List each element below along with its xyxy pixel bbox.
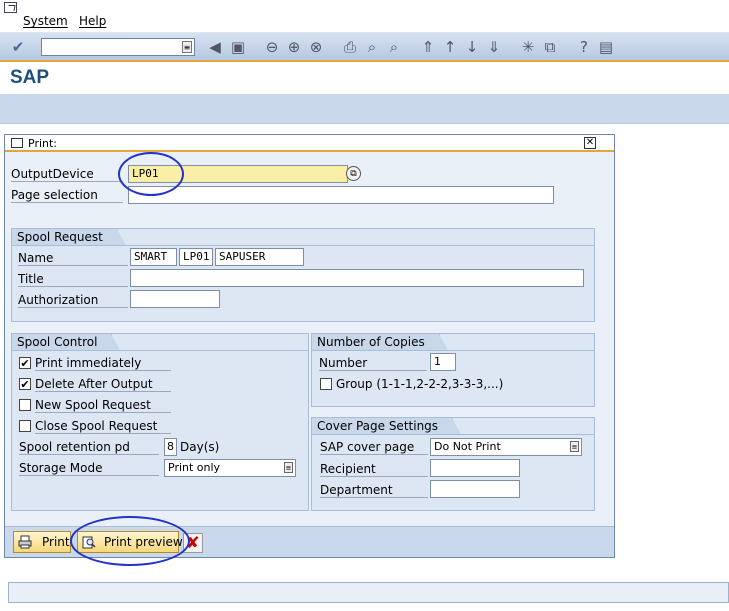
cancel-icon[interactable]: ⊗ <box>306 37 326 57</box>
sap-cover-page-value: Do Not Print <box>434 440 501 453</box>
previous-page-icon[interactable]: ↑ <box>440 37 460 57</box>
first-page-icon[interactable]: ⇑ <box>418 37 438 57</box>
print-immediately-label: Print immediately <box>35 356 171 371</box>
value-help-icon[interactable]: ⧉ <box>346 166 361 181</box>
help-icon[interactable]: ? <box>574 37 594 57</box>
group-divider <box>12 350 308 351</box>
spool-control-header: Spool Control <box>12 334 121 350</box>
number-of-copies-group: Number of Copies Number 1 Group (1-1-1,2… <box>311 333 595 407</box>
sap-cover-page-label: SAP cover page <box>320 440 428 455</box>
dropdown-icon[interactable]: ≡ <box>570 441 579 452</box>
command-history-dropdown-icon[interactable]: ≡ <box>182 41 192 53</box>
print-button[interactable]: Print <box>13 531 71 553</box>
command-field[interactable]: ≡ <box>41 38 195 56</box>
spool-request-group: Spool Request Name SMART LP01 SAPUSER Ti… <box>11 228 595 322</box>
find-next-icon[interactable]: ⌕ <box>384 37 404 57</box>
find-icon[interactable]: ⌕ <box>362 37 382 57</box>
spool-control-group: Spool Control ✔ Print immediately ✔ Dele… <box>11 333 309 511</box>
dropdown-icon[interactable]: ≡ <box>284 462 293 473</box>
status-bar <box>8 582 729 603</box>
print-button-label: Print <box>42 535 70 549</box>
number-of-copies-header: Number of Copies <box>312 334 448 350</box>
group-divider <box>312 350 594 351</box>
authorization-field[interactable] <box>130 290 220 308</box>
standard-toolbar: ✔ ≡ ◀ ▣ ⊖ ⊕ ⊗ ⎙ ⌕ ⌕ ⇑ ↑ ↓ ⇓ ✳ ⧉ ? ▤ <box>0 33 729 62</box>
spool-title-label: Title <box>18 272 128 287</box>
page-selection-field[interactable] <box>128 186 554 204</box>
title-bar <box>0 62 729 94</box>
storage-mode-label: Storage Mode <box>19 461 159 476</box>
dialog-system-icon[interactable] <box>11 138 23 148</box>
page-title: SAP <box>10 67 50 88</box>
back-icon[interactable]: ⊖ <box>262 37 282 57</box>
dialog-title: Print: <box>28 137 58 150</box>
spool-name-label: Name <box>18 251 128 266</box>
group-divider <box>312 434 594 435</box>
delete-after-output-checkbox[interactable]: ✔ <box>19 378 31 390</box>
system-menu-icon[interactable] <box>4 2 17 13</box>
spool-name-part2[interactable]: LP01 <box>179 248 213 266</box>
group-divider <box>12 245 594 246</box>
storage-mode-value: Print only <box>168 461 221 474</box>
spool-retention-label: Spool retention pd <box>19 440 159 455</box>
spool-name-part3[interactable]: SAPUSER <box>215 248 304 266</box>
group-copies-label: Group (1-1-1,2-2-2,3-3-3,...) <box>336 377 504 391</box>
output-device-label: OutputDevice <box>11 167 123 182</box>
copies-number-label: Number <box>319 356 427 371</box>
arrow-left-icon[interactable]: ◀ <box>205 37 225 57</box>
spool-retention-field[interactable]: 8 <box>164 438 177 456</box>
print-icon[interactable]: ⎙ <box>340 37 360 57</box>
department-label: Department <box>320 483 428 498</box>
spool-title-field[interactable] <box>130 269 584 287</box>
layout-icon[interactable]: ▤ <box>596 37 616 57</box>
close-spool-request-checkbox[interactable] <box>19 420 31 432</box>
enter-icon[interactable]: ✔ <box>8 37 28 57</box>
department-field[interactable] <box>430 480 520 498</box>
storage-mode-select[interactable]: Print only ≡ <box>164 459 296 477</box>
page-selection-label: Page selection <box>11 188 123 203</box>
spool-name-part1[interactable]: SMART <box>130 248 177 266</box>
cover-page-group: Cover Page Settings SAP cover page Do No… <box>311 417 595 511</box>
annotation-circle-print-preview <box>70 516 190 566</box>
next-page-icon[interactable]: ↓ <box>462 37 482 57</box>
shortcut-icon[interactable]: ⧉ <box>540 37 560 57</box>
save-icon[interactable]: ▣ <box>228 37 248 57</box>
print-immediately-checkbox[interactable]: ✔ <box>19 357 31 369</box>
menu-help[interactable]: Help <box>79 14 106 28</box>
new-spool-request-label: New Spool Request <box>35 398 171 413</box>
delete-after-output-label: Delete After Output <box>35 377 171 392</box>
menu-bar: System Help <box>0 0 729 33</box>
last-page-icon[interactable]: ⇓ <box>484 37 504 57</box>
recipient-label: Recipient <box>320 462 428 477</box>
new-session-icon[interactable]: ✳ <box>518 37 538 57</box>
group-copies-checkbox[interactable] <box>320 378 332 390</box>
sap-cover-page-select[interactable]: Do Not Print ≡ <box>430 438 582 456</box>
authorization-label: Authorization <box>18 293 128 308</box>
close-icon[interactable]: ✕ <box>584 137 596 149</box>
dialog-header: Print: ✕ <box>5 135 614 152</box>
copies-number-field[interactable]: 1 <box>430 353 456 371</box>
close-spool-request-label: Close Spool Request <box>35 419 171 434</box>
printer-icon <box>18 535 32 549</box>
print-dialog: Print: ✕ OutputDevice LP01 ⧉ Page select… <box>4 134 615 558</box>
spool-request-header: Spool Request <box>12 229 126 245</box>
application-toolbar <box>0 94 729 124</box>
recipient-field[interactable] <box>430 459 520 477</box>
retention-unit-label: Day(s) <box>180 440 220 454</box>
cover-page-header: Cover Page Settings <box>312 418 462 434</box>
menu-system[interactable]: System <box>23 14 68 28</box>
annotation-circle-output-device <box>118 152 184 196</box>
new-spool-request-checkbox[interactable] <box>19 399 31 411</box>
exit-icon[interactable]: ⊕ <box>284 37 304 57</box>
